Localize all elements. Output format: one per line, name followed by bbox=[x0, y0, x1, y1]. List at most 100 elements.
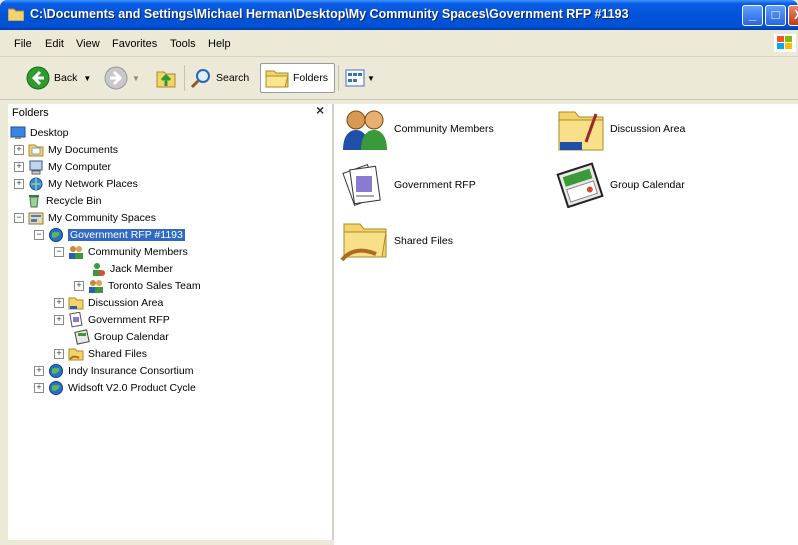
content-item-discussion-area[interactable]: Discussion Area bbox=[556, 106, 685, 152]
toolbar: Back ▼ ▼ Search Folders ▼ bbox=[0, 57, 798, 100]
title-bar[interactable]: C:\Documents and Settings\Michael Herman… bbox=[0, 0, 798, 30]
folders-button[interactable]: Folders bbox=[260, 63, 336, 93]
network-icon bbox=[29, 177, 43, 191]
community-globe-icon bbox=[49, 381, 63, 395]
tree-item-group-calendar[interactable]: Group Calendar bbox=[74, 329, 169, 345]
folders-pane-title: Folders bbox=[12, 107, 49, 119]
tree-label: Group Calendar bbox=[94, 331, 169, 343]
toolbar-separator bbox=[338, 65, 339, 91]
tree-item-community-members[interactable]: − Community Members bbox=[54, 244, 188, 260]
expand-icon[interactable]: + bbox=[34, 366, 44, 376]
collapse-icon[interactable]: − bbox=[54, 247, 64, 257]
calendar-icon bbox=[74, 329, 90, 345]
menu-view[interactable]: View bbox=[76, 38, 100, 50]
discussion-folder-icon bbox=[68, 297, 84, 310]
up-button[interactable] bbox=[154, 63, 178, 93]
people-icon bbox=[343, 110, 387, 150]
community-spaces-icon bbox=[28, 212, 44, 225]
search-icon bbox=[190, 69, 210, 89]
tree-item-widsoft-product-cycle[interactable]: + Widsoft V2.0 Product Cycle bbox=[34, 380, 196, 396]
item-label: Discussion Area bbox=[610, 123, 686, 135]
folders-label: Folders bbox=[293, 72, 329, 84]
content-item-group-calendar[interactable]: Group Calendar bbox=[556, 162, 685, 208]
tree-label: My Community Spaces bbox=[48, 212, 156, 224]
tree-item-desktop[interactable]: Desktop bbox=[10, 125, 69, 141]
computer-icon bbox=[29, 160, 43, 175]
forward-dropdown-icon[interactable]: ▼ bbox=[132, 74, 140, 83]
tree-label: My Network Places bbox=[48, 178, 138, 190]
expand-icon[interactable]: + bbox=[54, 349, 64, 359]
maximize-button[interactable]: □ bbox=[765, 5, 786, 26]
tree-item-government-rfp[interactable]: + Government RFP bbox=[54, 312, 170, 328]
shared-folder-icon bbox=[68, 348, 84, 361]
back-button[interactable]: Back ▼ bbox=[26, 63, 91, 93]
close-button[interactable]: X bbox=[788, 5, 798, 26]
forward-icon bbox=[104, 66, 128, 90]
folders-pane-close-button[interactable]: × bbox=[316, 102, 324, 118]
menu-favorites[interactable]: Favorites bbox=[112, 38, 157, 50]
menu-bar: File Edit View Favorites Tools Help bbox=[0, 30, 798, 57]
tree-label: Jack Member bbox=[110, 263, 174, 275]
views-dropdown-icon[interactable]: ▼ bbox=[367, 74, 375, 83]
collapse-icon[interactable]: − bbox=[14, 213, 24, 223]
tree-item-my-network-places[interactable]: + My Network Places bbox=[14, 176, 138, 192]
tree-label-selected: Government RFP #1193 bbox=[68, 229, 185, 241]
menu-help[interactable]: Help bbox=[208, 38, 231, 50]
people-icon bbox=[69, 246, 83, 259]
search-button[interactable]: Search bbox=[190, 63, 249, 93]
minimize-button[interactable]: _ bbox=[742, 5, 763, 26]
expand-icon[interactable]: + bbox=[14, 179, 24, 189]
forward-button[interactable]: ▼ bbox=[104, 63, 140, 93]
tree-label: Recycle Bin bbox=[46, 195, 102, 207]
folders-pane-header: Folders × bbox=[8, 102, 332, 122]
expand-icon[interactable]: + bbox=[14, 145, 24, 155]
menu-edit[interactable]: Edit bbox=[45, 38, 64, 50]
tree-item-shared-files[interactable]: + Shared Files bbox=[54, 346, 147, 362]
back-dropdown-icon[interactable]: ▼ bbox=[83, 74, 91, 83]
documents-icon bbox=[69, 312, 83, 328]
menu-file[interactable]: File bbox=[14, 38, 32, 50]
tree-label: Widsoft V2.0 Product Cycle bbox=[68, 382, 196, 394]
tree-item-my-documents[interactable]: + My Documents bbox=[14, 142, 118, 158]
tree-label: My Computer bbox=[48, 161, 112, 173]
toolbar-separator bbox=[184, 65, 185, 91]
recycle-bin-icon bbox=[29, 195, 39, 208]
tree-item-my-computer[interactable]: + My Computer bbox=[14, 159, 111, 175]
back-icon bbox=[26, 66, 50, 90]
tree-label: Toronto Sales Team bbox=[108, 280, 201, 292]
tree-label: Discussion Area bbox=[88, 297, 164, 309]
documents-icon bbox=[342, 163, 381, 207]
collapse-icon[interactable]: − bbox=[34, 230, 44, 240]
item-label: Community Members bbox=[394, 123, 494, 135]
tree-label: Government RFP bbox=[88, 314, 170, 326]
tree-item-indy-insurance-consortium[interactable]: + Indy Insurance Consortium bbox=[34, 363, 193, 379]
community-globe-icon bbox=[49, 364, 63, 378]
tree-item-government-rfp-1193[interactable]: − Government RFP #1193 bbox=[34, 227, 185, 243]
content-item-government-rfp[interactable]: Government RFP bbox=[340, 162, 476, 208]
tree-label: Community Members bbox=[88, 246, 188, 258]
folders-icon bbox=[265, 70, 289, 88]
content-item-community-members[interactable]: Community Members bbox=[340, 106, 494, 152]
expand-icon[interactable]: + bbox=[14, 162, 24, 172]
views-button[interactable]: ▼ bbox=[345, 63, 375, 93]
tree-item-discussion-area[interactable]: + Discussion Area bbox=[54, 295, 163, 311]
shared-folder-icon bbox=[340, 223, 387, 262]
tree-label: Indy Insurance Consortium bbox=[68, 365, 194, 377]
expand-icon[interactable]: + bbox=[34, 383, 44, 393]
community-globe-icon bbox=[49, 228, 63, 242]
tree-item-my-community-spaces[interactable]: − My Community Spaces bbox=[14, 210, 156, 226]
views-icon bbox=[345, 69, 365, 87]
content-item-shared-files[interactable]: Shared Files bbox=[340, 218, 453, 264]
item-label: Government RFP bbox=[394, 179, 476, 191]
tree-item-jack-member[interactable]: Jack Member bbox=[90, 261, 173, 277]
tree-item-toronto-sales-team[interactable]: + Toronto Sales Team bbox=[74, 278, 201, 294]
expand-icon[interactable]: + bbox=[74, 281, 84, 291]
person-icon bbox=[93, 263, 105, 276]
tree-item-recycle-bin[interactable]: Recycle Bin bbox=[26, 193, 101, 209]
menu-tools[interactable]: Tools bbox=[170, 38, 196, 50]
expand-icon[interactable]: + bbox=[54, 298, 64, 308]
desktop-icon bbox=[10, 126, 26, 139]
tree-label: My Documents bbox=[48, 144, 119, 156]
expand-icon[interactable]: + bbox=[54, 315, 64, 325]
folder-icon bbox=[8, 8, 24, 21]
